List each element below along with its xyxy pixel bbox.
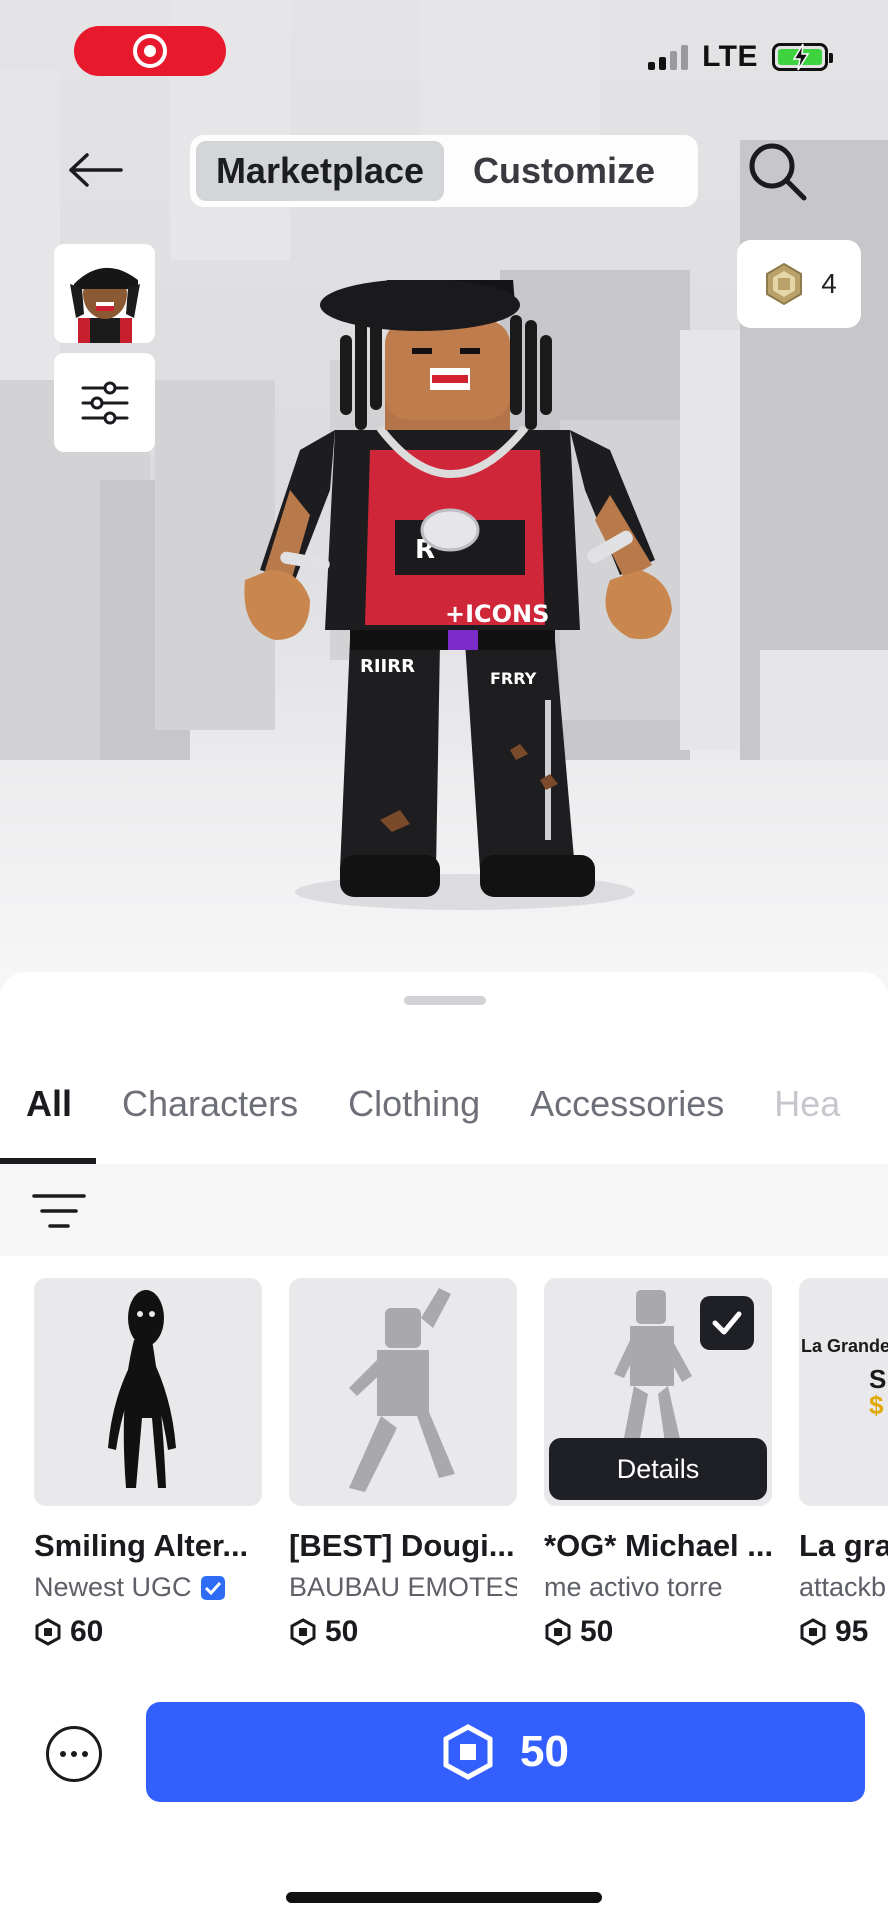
item-thumbnail[interactable] <box>289 1278 517 1506</box>
avatar-character[interactable]: RIIRR FRRY R +ICONS <box>240 280 700 920</box>
buy-price: 50 <box>520 1727 569 1776</box>
avatar-headshot <box>70 267 140 343</box>
price-value: 95 <box>835 1615 869 1648</box>
item-figure-image <box>349 1288 455 1492</box>
item-name: La gra <box>799 1528 888 1563</box>
robux-icon <box>290 1618 316 1646</box>
svg-text:RIIRR: RIIRR <box>360 656 415 677</box>
creator-name: attackb <box>799 1572 887 1602</box>
robux-balance: 4 <box>821 268 837 299</box>
item-creator[interactable]: attackb <box>799 1572 888 1603</box>
back-button[interactable] <box>62 140 128 200</box>
tab-all[interactable]: All <box>26 1083 72 1125</box>
sliders-icon <box>81 381 128 424</box>
details-button[interactable]: Details <box>549 1438 767 1500</box>
item-price: 50 <box>289 1615 517 1649</box>
item-price: 50 <box>544 1615 772 1649</box>
price-value: 60 <box>70 1615 104 1648</box>
tab-accessories[interactable]: Accessories <box>530 1083 724 1125</box>
creator-name: Newest UGC <box>34 1572 192 1602</box>
item-thumbnail[interactable] <box>34 1278 262 1506</box>
item-name: *OG* Michael ... <box>544 1528 774 1563</box>
list-item[interactable]: [BEST] Dougi... BAUBAU EMOTES 50 <box>289 1278 517 1649</box>
svg-text:+ICONS: +ICONS <box>445 600 549 628</box>
target-icon <box>133 34 167 68</box>
marketplace-screen: LTE Marketplace Customize 4 RIIRR FRRY R… <box>0 0 888 1920</box>
creator-name: BAUBAU EMOTES <box>289 1572 517 1602</box>
price-value: 50 <box>325 1615 359 1648</box>
more-options-button[interactable] <box>46 1726 102 1782</box>
item-name: [BEST] Dougi... <box>289 1528 515 1563</box>
tab-characters[interactable]: Characters <box>122 1083 298 1125</box>
item-thumbnail[interactable]: La Grande S $ <box>799 1278 888 1506</box>
robux-icon <box>545 1618 571 1646</box>
svg-text:NY: NY <box>430 280 478 288</box>
network-type: LTE <box>702 40 758 73</box>
item-price: 60 <box>34 1615 262 1649</box>
svg-text:FRRY: FRRY <box>490 669 537 688</box>
item-price: 95 <box>799 1615 888 1649</box>
tab-marketplace[interactable]: Marketplace <box>196 141 444 201</box>
item-name: Smiling Alter... <box>34 1528 249 1563</box>
selected-checkbox[interactable] <box>700 1296 754 1350</box>
creator-name: me activo torre <box>544 1572 723 1602</box>
list-item[interactable]: Details *OG* Michael ... me activo torre… <box>544 1278 773 1649</box>
search-icon <box>749 143 807 201</box>
robux-icon <box>766 262 803 306</box>
adjust-button[interactable] <box>54 353 155 452</box>
item-creator[interactable]: me activo torre <box>544 1572 772 1603</box>
robux-icon <box>35 1618 61 1646</box>
tab-clothing[interactable]: Clothing <box>348 1083 480 1125</box>
tab-customize[interactable]: Customize <box>444 141 684 201</box>
thumbnail-caption: $ <box>869 1390 884 1420</box>
item-figure-image <box>108 1290 176 1488</box>
status-indicators: LTE <box>648 40 833 74</box>
sort-lines-icon[interactable] <box>32 1192 86 1230</box>
sort-bar <box>0 1164 888 1256</box>
item-creator[interactable]: BAUBAU EMOTES <box>289 1572 517 1603</box>
arrow-left-icon <box>69 153 123 187</box>
list-item[interactable]: Smiling Alter... Newest UGC 60 <box>34 1278 262 1649</box>
robux-icon <box>443 1724 493 1780</box>
item-list: Smiling Alter... Newest UGC 60 [BEST] Do… <box>34 1278 888 1678</box>
list-item[interactable]: La Grande S $ La gra attackb 95 <box>799 1278 888 1649</box>
mode-segmented-control: Marketplace Customize <box>190 135 698 207</box>
avatar-headshot-button[interactable] <box>54 244 155 343</box>
battery-icon <box>772 43 833 71</box>
robux-balance-button[interactable]: 4 <box>737 240 861 328</box>
home-indicator[interactable] <box>286 1892 602 1903</box>
tab-heads[interactable]: Hea <box>774 1083 840 1125</box>
search-button[interactable] <box>746 140 810 204</box>
thumbnail-caption: La Grande <box>801 1336 888 1356</box>
checkmark-icon <box>712 1311 742 1335</box>
recording-pill[interactable] <box>74 26 226 76</box>
robux-icon <box>800 1618 826 1646</box>
category-tabs: All Characters Clothing Accessories Hea <box>0 1072 888 1136</box>
item-thumbnail[interactable]: Details <box>544 1278 772 1506</box>
signal-icon <box>648 44 689 70</box>
verified-badge-icon <box>200 1575 225 1600</box>
more-dots-icon <box>60 1751 66 1757</box>
price-value: 50 <box>580 1615 614 1648</box>
buy-button[interactable]: 50 <box>146 1702 865 1802</box>
item-creator[interactable]: Newest UGC <box>34 1572 262 1603</box>
sheet-grabber[interactable] <box>404 996 486 1005</box>
